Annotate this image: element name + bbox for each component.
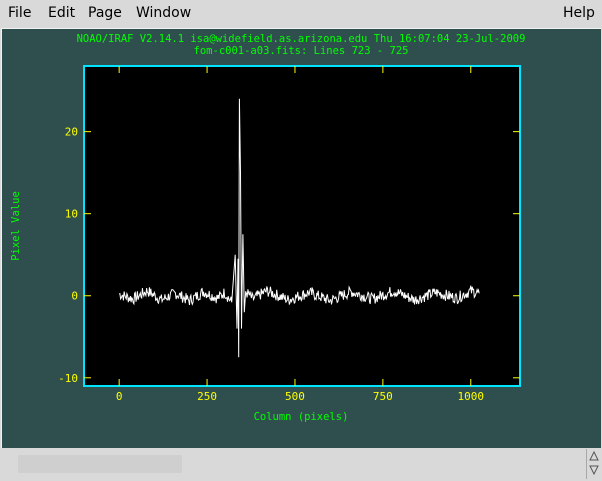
y-tick-label: 10 (65, 208, 78, 221)
x-tick-label: 0 (116, 390, 123, 403)
x-tick-label: 1000 (458, 390, 485, 403)
status-field (18, 455, 182, 473)
menu-page[interactable]: Page (88, 5, 122, 21)
scrollbar[interactable] (586, 449, 601, 479)
menu-bar: File Edit Page Window Help (0, 0, 602, 26)
menu-help[interactable]: Help (563, 5, 595, 21)
plot-title: NOAO/IRAF V2.14.1 isa@widefield.as.arizo… (77, 33, 526, 45)
scroll-down-icon[interactable] (589, 465, 599, 475)
menu-edit[interactable]: Edit (48, 5, 75, 21)
x-axis-label: Column (pixels) (254, 411, 349, 423)
x-tick-label: 250 (197, 390, 217, 403)
graphics-canvas[interactable]: NOAO/IRAF V2.14.1 isa@widefield.as.arizo… (1, 28, 601, 448)
y-tick-label: 0 (71, 290, 78, 303)
menu-window[interactable]: Window (136, 5, 191, 21)
menu-file[interactable]: File (8, 5, 31, 21)
scroll-up-icon[interactable] (589, 451, 599, 461)
y-axis-label: Pixel Value (10, 191, 22, 261)
plot-frame (83, 65, 521, 387)
plot-subtitle: fom-c001-a03.fits: Lines 723 - 725 (194, 45, 409, 57)
x-tick-label: 500 (285, 390, 305, 403)
y-tick-label: 20 (65, 126, 78, 139)
x-tick-label: 750 (373, 390, 393, 403)
y-tick-label: -10 (58, 372, 78, 385)
plot-area: NOAO/IRAF V2.14.1 isa@widefield.as.arizo… (10, 33, 526, 423)
